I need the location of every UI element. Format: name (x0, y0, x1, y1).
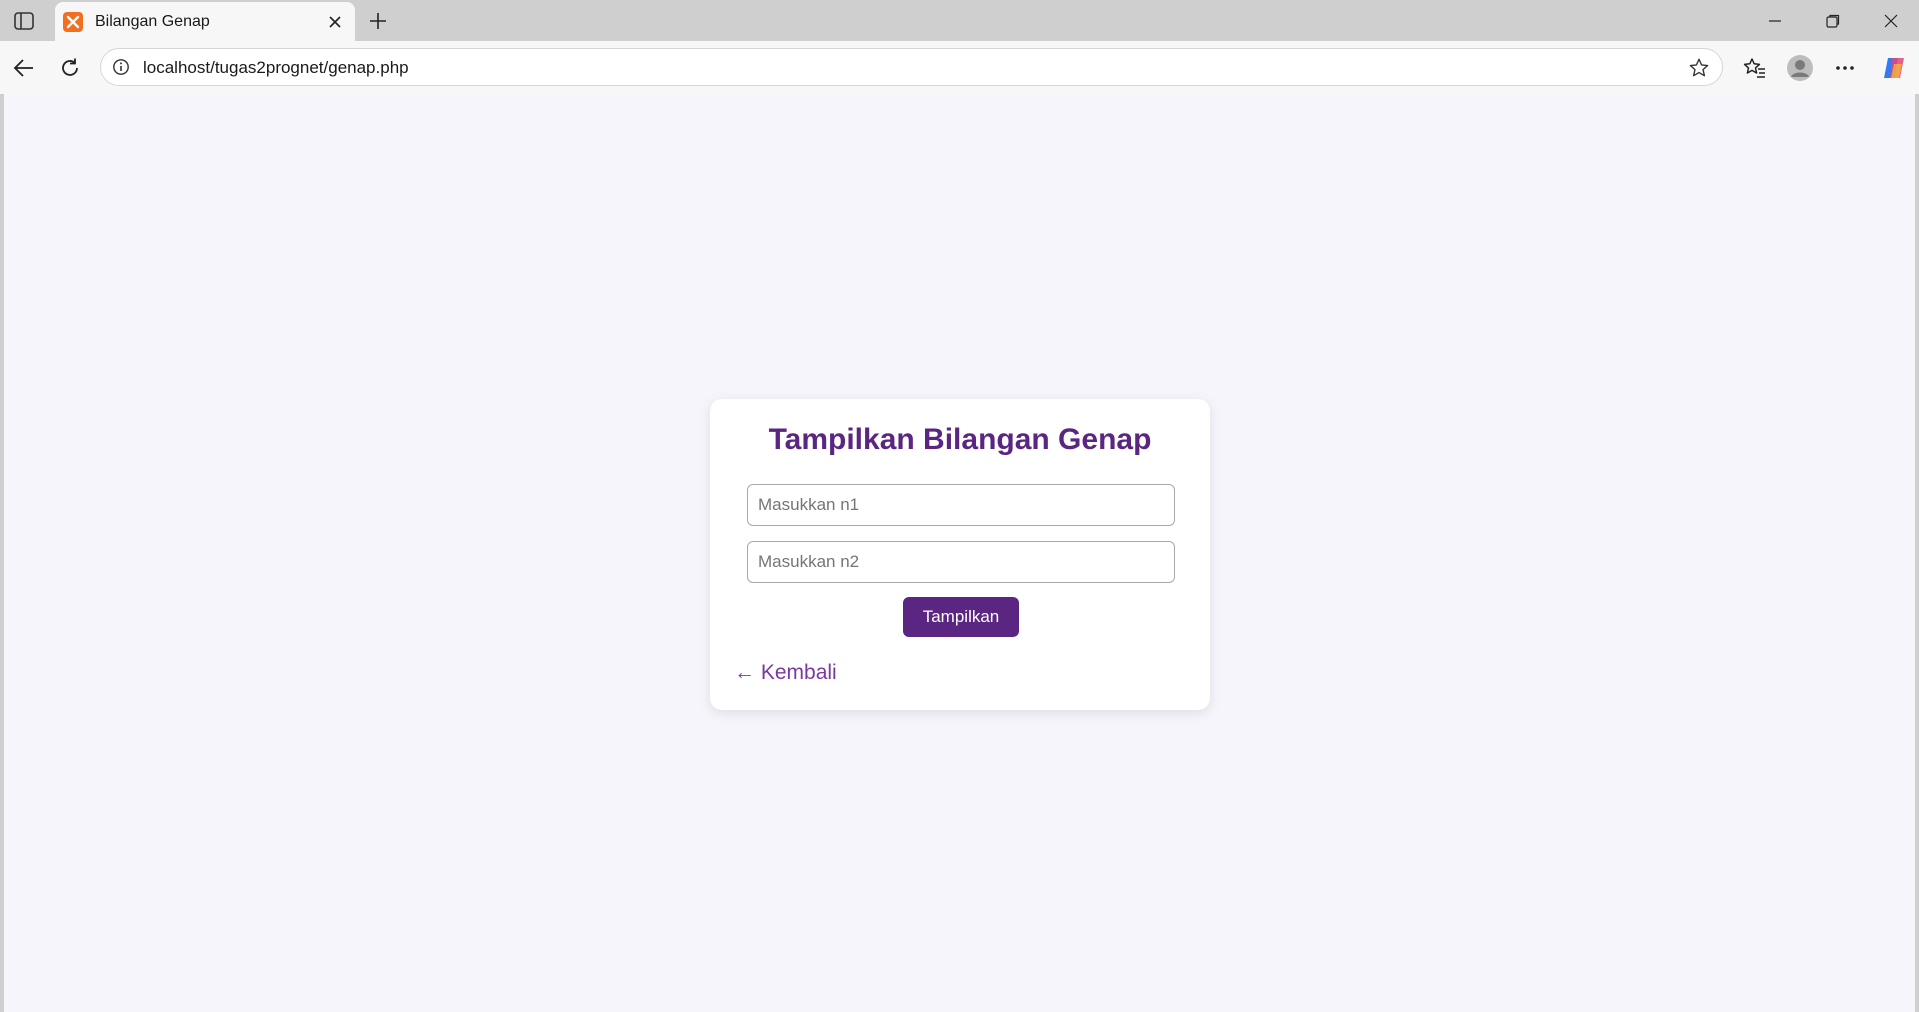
arrow-left-icon[interactable] (7, 51, 41, 85)
url-text: localhost/tugas2prognet/genap.php (143, 58, 409, 77)
browser-toolbar: localhost/tugas2prognet/genap.php (0, 41, 1919, 94)
xampp-icon (63, 11, 83, 32)
tab-strip: Bilangan Genap (0, 0, 1919, 41)
favorites-icon[interactable] (1738, 51, 1772, 85)
profile-icon[interactable] (1783, 51, 1817, 85)
close-icon[interactable] (321, 8, 349, 36)
n1-input[interactable] (747, 484, 1175, 526)
close-window-icon[interactable] (1862, 0, 1919, 41)
back-link[interactable]: ← Kembali (734, 661, 837, 685)
page-title: Tampilkan Bilangan Genap (768, 423, 1152, 456)
info-icon[interactable] (111, 57, 131, 77)
plus-icon[interactable] (364, 7, 392, 35)
page-viewport: Tampilkan Bilangan Genap Tampilkan ← Kem… (4, 94, 1915, 1012)
reload-icon[interactable] (53, 51, 87, 85)
n2-input[interactable] (747, 541, 1175, 583)
star-icon[interactable] (1686, 55, 1712, 81)
address-bar[interactable]: localhost/tugas2prognet/genap.php (100, 48, 1723, 86)
minimize-icon[interactable] (1746, 0, 1804, 41)
more-icon[interactable] (1828, 51, 1862, 85)
tab-active[interactable]: Bilangan Genap (55, 2, 355, 41)
tab-title: Bilangan Genap (95, 12, 210, 30)
form-card: Tampilkan Bilangan Genap Tampilkan ← Kem… (710, 399, 1210, 710)
tampilkan-button[interactable]: Tampilkan (903, 597, 1019, 637)
copilot-icon[interactable] (1877, 51, 1911, 85)
sidebar-toggle-icon[interactable] (12, 9, 36, 33)
restore-icon[interactable] (1804, 0, 1862, 41)
